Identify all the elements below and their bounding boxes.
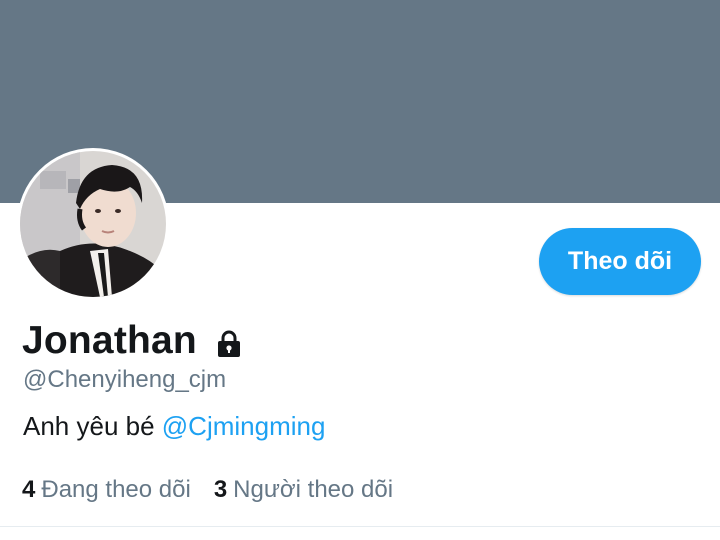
profile-stats: 4 Đang theo dõi 3 Người theo dõi bbox=[22, 476, 393, 504]
avatar[interactable] bbox=[17, 148, 169, 300]
display-name: Jonathan bbox=[22, 319, 197, 362]
follow-button-label: Theo dõi bbox=[567, 247, 673, 275]
following-stat[interactable]: 4 Đang theo dõi bbox=[22, 476, 191, 504]
bio-mention-link[interactable]: @Cjmingming bbox=[162, 411, 326, 441]
followers-label: Người theo dõi bbox=[233, 476, 394, 503]
follow-button[interactable]: Theo dõi bbox=[539, 228, 701, 295]
avatar-image bbox=[20, 151, 166, 297]
bio: Anh yêu bé @Cjmingming bbox=[23, 411, 325, 442]
followers-count: 3 bbox=[213, 476, 228, 503]
bio-text: Anh yêu bé bbox=[23, 411, 162, 441]
following-count: 4 bbox=[22, 476, 36, 503]
following-label: Đang theo dõi bbox=[41, 476, 191, 503]
lock-icon bbox=[217, 330, 240, 357]
divider bbox=[0, 526, 720, 527]
followers-stat[interactable]: 3 Người theo dõi bbox=[214, 476, 393, 504]
name-row: Jonathan bbox=[22, 316, 244, 366]
user-handle: @Chenyiheng_cjm bbox=[23, 366, 227, 393]
